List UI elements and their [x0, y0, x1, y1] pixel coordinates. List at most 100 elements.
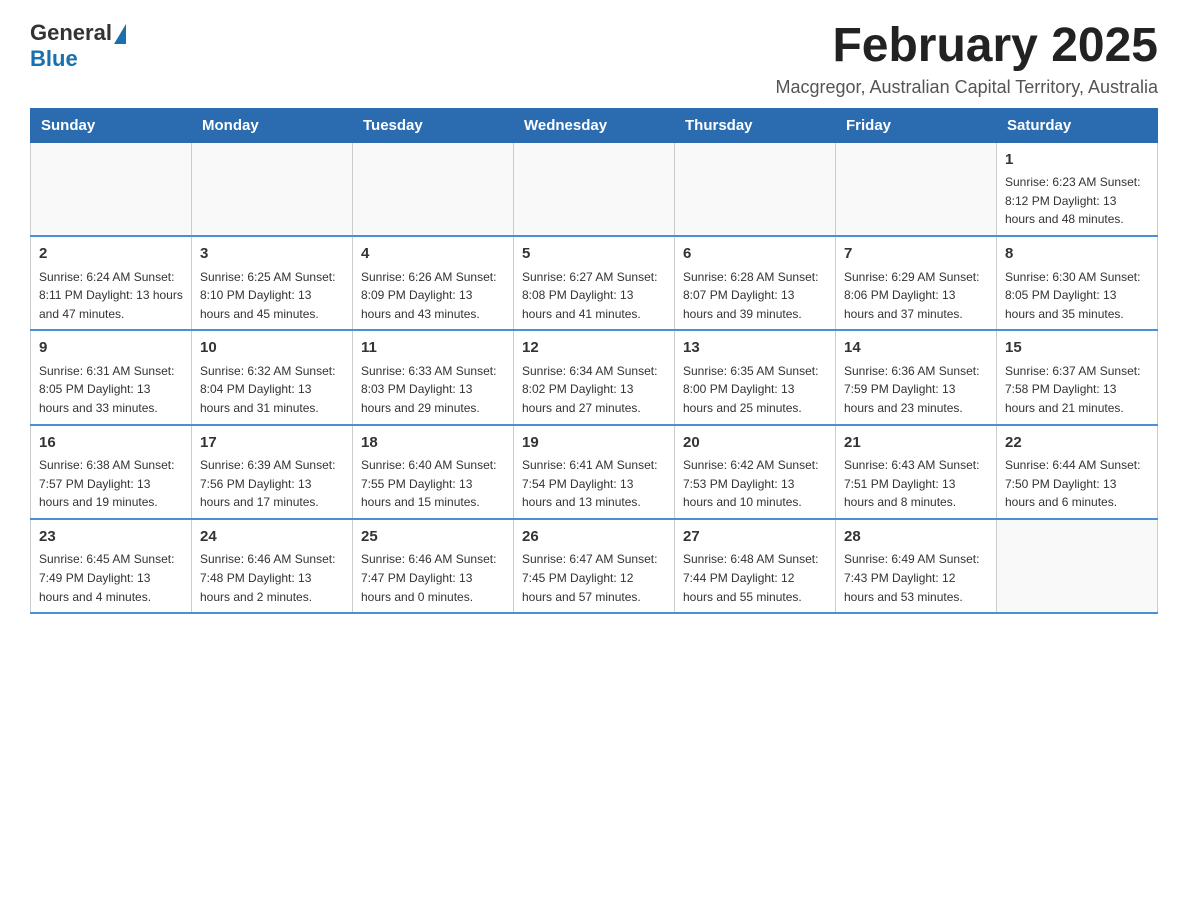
calendar-cell	[997, 519, 1158, 613]
calendar-cell: 12Sunrise: 6:34 AM Sunset: 8:02 PM Dayli…	[514, 330, 675, 424]
day-number: 10	[200, 337, 344, 360]
calendar-cell: 2Sunrise: 6:24 AM Sunset: 8:11 PM Daylig…	[31, 236, 192, 330]
calendar-cell: 21Sunrise: 6:43 AM Sunset: 7:51 PM Dayli…	[836, 425, 997, 519]
day-number: 21	[844, 432, 988, 455]
day-number: 8	[1005, 243, 1149, 266]
calendar-cell	[353, 142, 514, 236]
day-info: Sunrise: 6:26 AM Sunset: 8:09 PM Dayligh…	[361, 268, 505, 324]
weekday-header-row: SundayMondayTuesdayWednesdayThursdayFrid…	[31, 108, 1158, 142]
calendar-cell: 17Sunrise: 6:39 AM Sunset: 7:56 PM Dayli…	[192, 425, 353, 519]
calendar-cell: 16Sunrise: 6:38 AM Sunset: 7:57 PM Dayli…	[31, 425, 192, 519]
calendar-week-row: 23Sunrise: 6:45 AM Sunset: 7:49 PM Dayli…	[31, 519, 1158, 613]
day-number: 14	[844, 337, 988, 360]
month-title: February 2025	[775, 20, 1158, 73]
weekday-header-friday: Friday	[836, 108, 997, 142]
day-info: Sunrise: 6:35 AM Sunset: 8:00 PM Dayligh…	[683, 362, 827, 418]
day-info: Sunrise: 6:28 AM Sunset: 8:07 PM Dayligh…	[683, 268, 827, 324]
title-block: February 2025 Macgregor, Australian Capi…	[775, 20, 1158, 98]
day-number: 20	[683, 432, 827, 455]
day-info: Sunrise: 6:46 AM Sunset: 7:48 PM Dayligh…	[200, 550, 344, 606]
logo: General Blue	[30, 20, 126, 72]
day-number: 13	[683, 337, 827, 360]
calendar-cell: 6Sunrise: 6:28 AM Sunset: 8:07 PM Daylig…	[675, 236, 836, 330]
location-subtitle: Macgregor, Australian Capital Territory,…	[775, 77, 1158, 98]
weekday-header-monday: Monday	[192, 108, 353, 142]
weekday-header-wednesday: Wednesday	[514, 108, 675, 142]
calendar-cell: 24Sunrise: 6:46 AM Sunset: 7:48 PM Dayli…	[192, 519, 353, 613]
calendar-cell: 23Sunrise: 6:45 AM Sunset: 7:49 PM Dayli…	[31, 519, 192, 613]
day-info: Sunrise: 6:27 AM Sunset: 8:08 PM Dayligh…	[522, 268, 666, 324]
weekday-header-saturday: Saturday	[997, 108, 1158, 142]
calendar-cell: 20Sunrise: 6:42 AM Sunset: 7:53 PM Dayli…	[675, 425, 836, 519]
day-number: 18	[361, 432, 505, 455]
day-info: Sunrise: 6:29 AM Sunset: 8:06 PM Dayligh…	[844, 268, 988, 324]
day-number: 7	[844, 243, 988, 266]
day-number: 3	[200, 243, 344, 266]
weekday-header-sunday: Sunday	[31, 108, 192, 142]
calendar-week-row: 9Sunrise: 6:31 AM Sunset: 8:05 PM Daylig…	[31, 330, 1158, 424]
day-info: Sunrise: 6:45 AM Sunset: 7:49 PM Dayligh…	[39, 550, 183, 606]
calendar-cell: 26Sunrise: 6:47 AM Sunset: 7:45 PM Dayli…	[514, 519, 675, 613]
logo-general-text: General	[30, 20, 126, 46]
calendar-cell: 8Sunrise: 6:30 AM Sunset: 8:05 PM Daylig…	[997, 236, 1158, 330]
day-number: 6	[683, 243, 827, 266]
weekday-header-tuesday: Tuesday	[353, 108, 514, 142]
day-number: 26	[522, 526, 666, 549]
day-info: Sunrise: 6:43 AM Sunset: 7:51 PM Dayligh…	[844, 456, 988, 512]
calendar-cell	[675, 142, 836, 236]
calendar-cell: 4Sunrise: 6:26 AM Sunset: 8:09 PM Daylig…	[353, 236, 514, 330]
logo-general-label: General	[30, 20, 112, 46]
day-info: Sunrise: 6:39 AM Sunset: 7:56 PM Dayligh…	[200, 456, 344, 512]
weekday-header-thursday: Thursday	[675, 108, 836, 142]
day-info: Sunrise: 6:44 AM Sunset: 7:50 PM Dayligh…	[1005, 456, 1149, 512]
calendar-cell: 27Sunrise: 6:48 AM Sunset: 7:44 PM Dayli…	[675, 519, 836, 613]
day-info: Sunrise: 6:40 AM Sunset: 7:55 PM Dayligh…	[361, 456, 505, 512]
calendar-cell: 9Sunrise: 6:31 AM Sunset: 8:05 PM Daylig…	[31, 330, 192, 424]
logo-triangle-icon	[114, 24, 126, 44]
logo-blue-text: Blue	[30, 46, 78, 72]
calendar-cell: 28Sunrise: 6:49 AM Sunset: 7:43 PM Dayli…	[836, 519, 997, 613]
day-number: 12	[522, 337, 666, 360]
day-number: 23	[39, 526, 183, 549]
calendar-week-row: 2Sunrise: 6:24 AM Sunset: 8:11 PM Daylig…	[31, 236, 1158, 330]
day-number: 25	[361, 526, 505, 549]
day-info: Sunrise: 6:30 AM Sunset: 8:05 PM Dayligh…	[1005, 268, 1149, 324]
day-info: Sunrise: 6:32 AM Sunset: 8:04 PM Dayligh…	[200, 362, 344, 418]
day-number: 17	[200, 432, 344, 455]
day-info: Sunrise: 6:47 AM Sunset: 7:45 PM Dayligh…	[522, 550, 666, 606]
day-info: Sunrise: 6:31 AM Sunset: 8:05 PM Dayligh…	[39, 362, 183, 418]
calendar-cell: 1Sunrise: 6:23 AM Sunset: 8:12 PM Daylig…	[997, 142, 1158, 236]
day-number: 9	[39, 337, 183, 360]
day-number: 16	[39, 432, 183, 455]
day-info: Sunrise: 6:24 AM Sunset: 8:11 PM Dayligh…	[39, 268, 183, 324]
calendar-cell	[192, 142, 353, 236]
calendar-cell: 10Sunrise: 6:32 AM Sunset: 8:04 PM Dayli…	[192, 330, 353, 424]
calendar-cell: 22Sunrise: 6:44 AM Sunset: 7:50 PM Dayli…	[997, 425, 1158, 519]
day-number: 15	[1005, 337, 1149, 360]
day-info: Sunrise: 6:36 AM Sunset: 7:59 PM Dayligh…	[844, 362, 988, 418]
day-info: Sunrise: 6:49 AM Sunset: 7:43 PM Dayligh…	[844, 550, 988, 606]
calendar-cell	[31, 142, 192, 236]
calendar-cell: 14Sunrise: 6:36 AM Sunset: 7:59 PM Dayli…	[836, 330, 997, 424]
day-number: 24	[200, 526, 344, 549]
day-number: 4	[361, 243, 505, 266]
calendar-cell	[514, 142, 675, 236]
day-number: 5	[522, 243, 666, 266]
calendar-cell: 3Sunrise: 6:25 AM Sunset: 8:10 PM Daylig…	[192, 236, 353, 330]
day-info: Sunrise: 6:34 AM Sunset: 8:02 PM Dayligh…	[522, 362, 666, 418]
day-number: 22	[1005, 432, 1149, 455]
day-info: Sunrise: 6:33 AM Sunset: 8:03 PM Dayligh…	[361, 362, 505, 418]
day-info: Sunrise: 6:23 AM Sunset: 8:12 PM Dayligh…	[1005, 173, 1149, 229]
calendar-cell: 15Sunrise: 6:37 AM Sunset: 7:58 PM Dayli…	[997, 330, 1158, 424]
day-info: Sunrise: 6:38 AM Sunset: 7:57 PM Dayligh…	[39, 456, 183, 512]
calendar-cell: 5Sunrise: 6:27 AM Sunset: 8:08 PM Daylig…	[514, 236, 675, 330]
day-number: 27	[683, 526, 827, 549]
day-number: 28	[844, 526, 988, 549]
day-info: Sunrise: 6:37 AM Sunset: 7:58 PM Dayligh…	[1005, 362, 1149, 418]
calendar-cell: 11Sunrise: 6:33 AM Sunset: 8:03 PM Dayli…	[353, 330, 514, 424]
calendar-cell: 18Sunrise: 6:40 AM Sunset: 7:55 PM Dayli…	[353, 425, 514, 519]
calendar-cell: 25Sunrise: 6:46 AM Sunset: 7:47 PM Dayli…	[353, 519, 514, 613]
calendar-cell	[836, 142, 997, 236]
calendar-cell: 19Sunrise: 6:41 AM Sunset: 7:54 PM Dayli…	[514, 425, 675, 519]
day-number: 11	[361, 337, 505, 360]
